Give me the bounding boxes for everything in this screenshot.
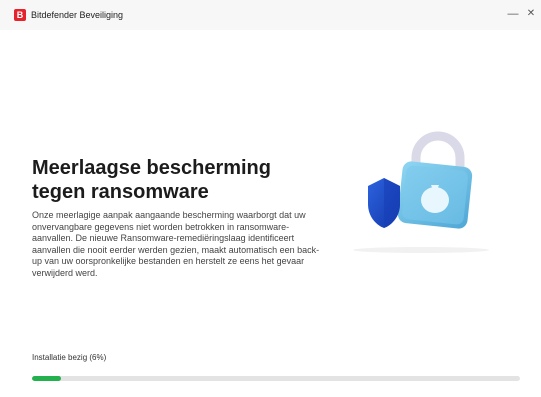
title-bar: B Bitdefender Beveiliging — ✕ <box>0 0 541 30</box>
close-button[interactable]: ✕ <box>524 7 538 21</box>
window-title: Bitdefender Beveiliging <box>31 10 124 20</box>
padlock-shield-illustration-icon <box>353 131 489 253</box>
minimize-button[interactable]: — <box>506 7 520 21</box>
installation-progress-fill <box>32 376 62 381</box>
feature-description: Onze meerlagige aanpak aangaande bescher… <box>32 210 320 278</box>
bitdefender-logo-icon: B <box>14 9 26 21</box>
installation-progress-bar <box>32 376 520 381</box>
installation-status-label: Installatie bezig (6%) <box>32 353 107 362</box>
feature-headline: Meerlaagse bescherming tegen ransomware <box>32 157 271 203</box>
